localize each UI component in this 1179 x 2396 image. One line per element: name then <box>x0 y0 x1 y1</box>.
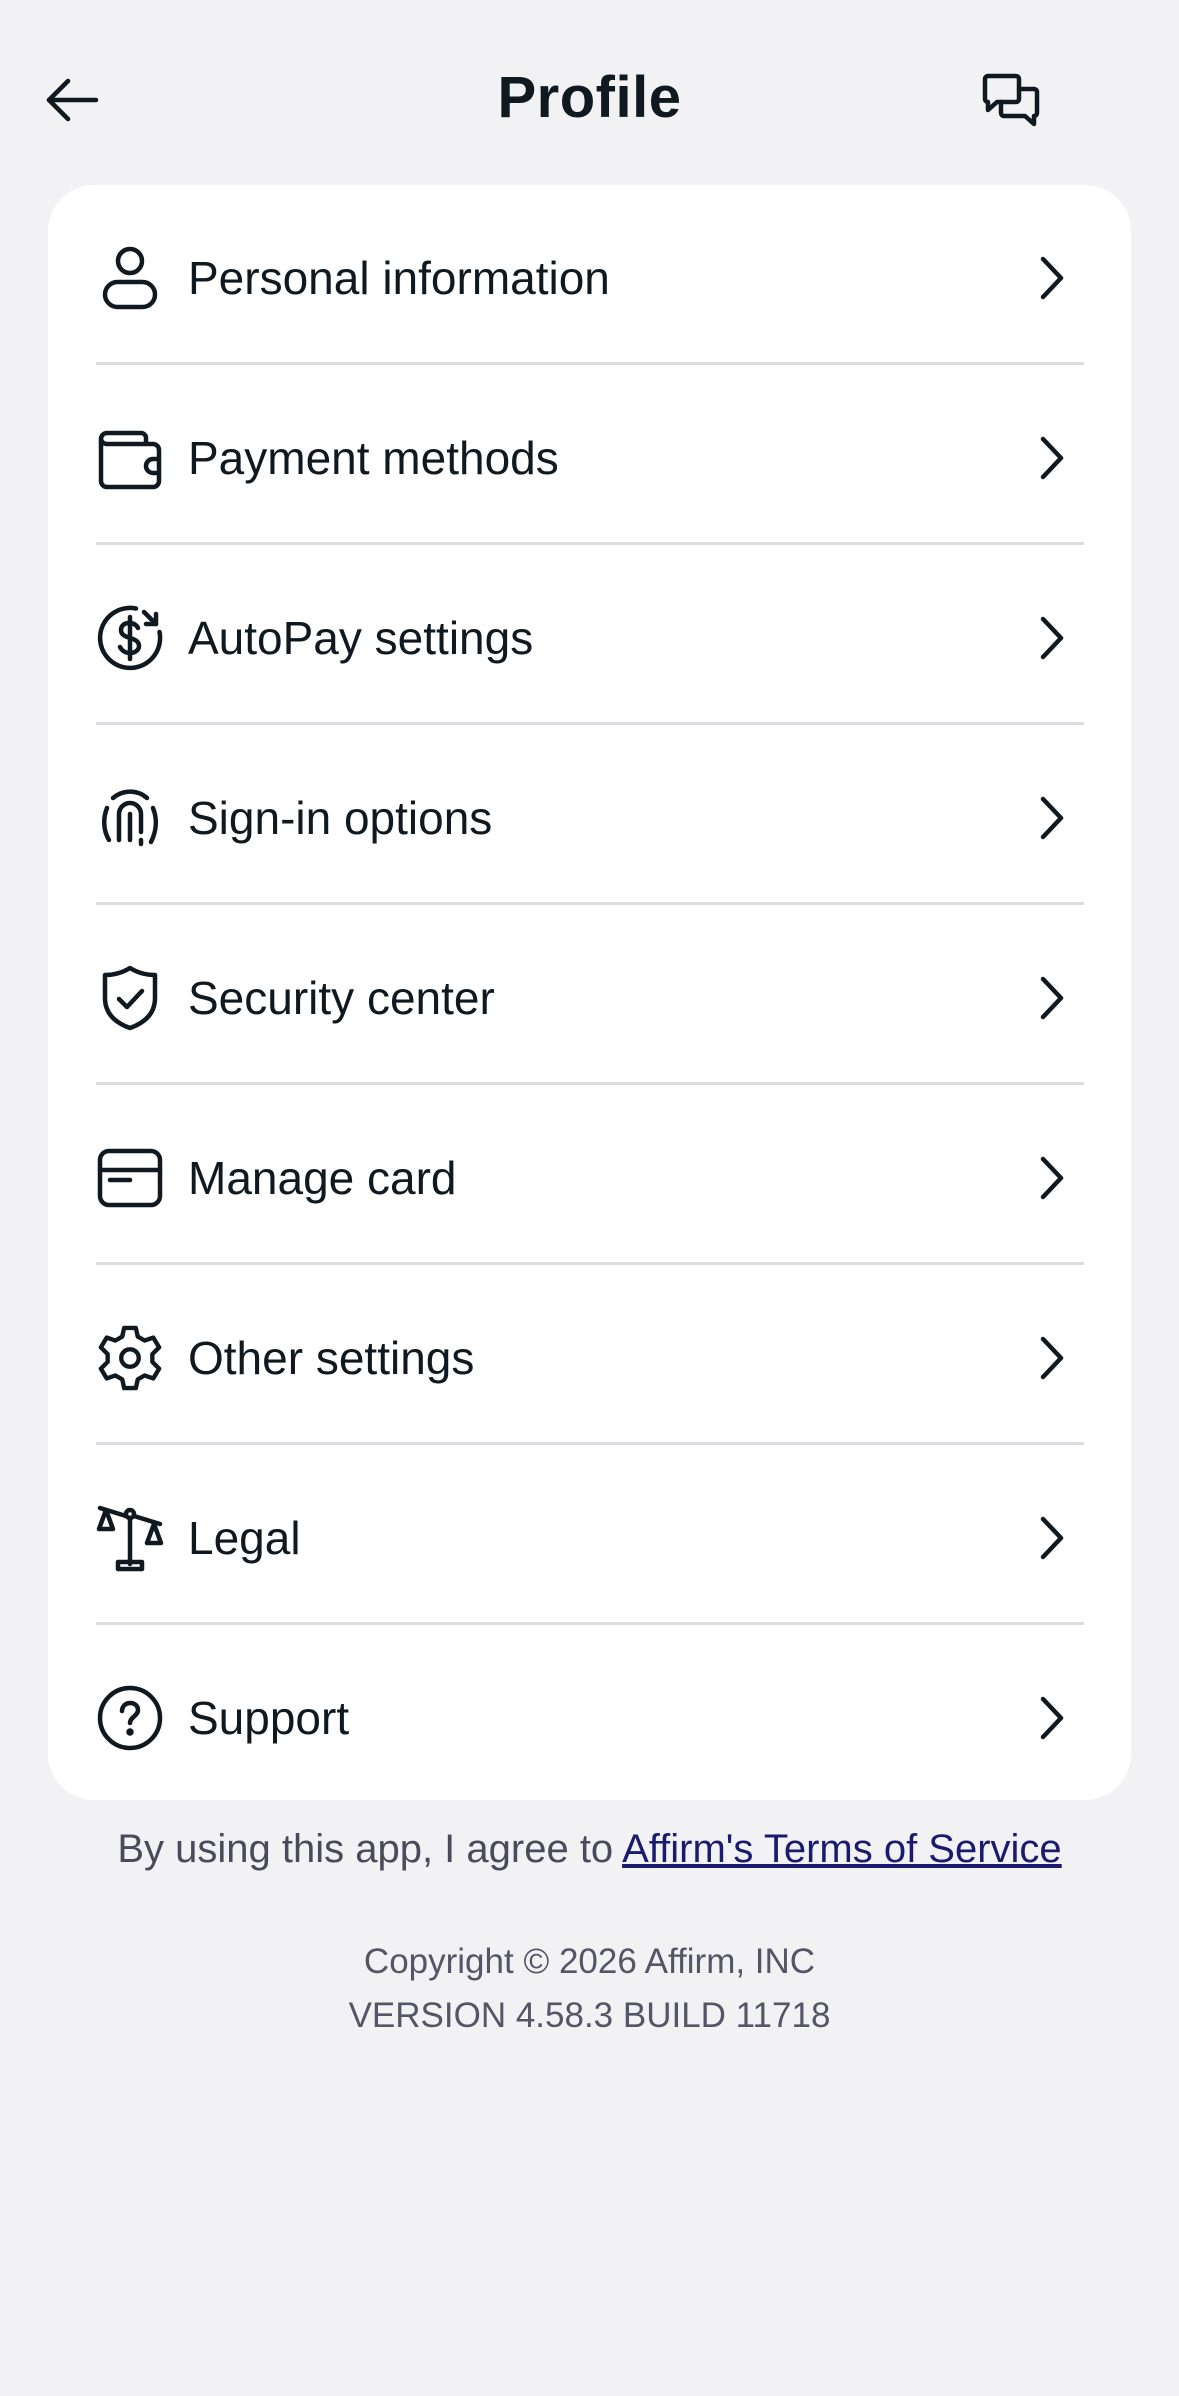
chevron-right-icon <box>1026 1692 1078 1744</box>
terms-notice: By using this app, I agree to Affirm's T… <box>0 1820 1179 1878</box>
chat-bubbles-icon <box>981 73 1041 129</box>
menu-item-legal[interactable]: Legal <box>96 1449 1084 1627</box>
terms-of-service-link[interactable]: Affirm's Terms of Service <box>622 1827 1062 1871</box>
version-text: VERSION 4.58.3 BUILD 11718 <box>348 1996 831 2035</box>
divider <box>96 362 1084 365</box>
divider <box>96 722 1084 725</box>
menu-item-label: Legal <box>188 1512 301 1564</box>
divider <box>96 902 1084 905</box>
chevron-right-icon <box>1026 1332 1078 1384</box>
menu-item-label: Other settings <box>188 1332 475 1384</box>
terms-prefix: By using this app, I agree to <box>117 1827 623 1871</box>
chevron-right-icon <box>1026 1152 1078 1204</box>
header: Profile <box>0 0 1179 185</box>
chevron-right-icon <box>1026 432 1078 484</box>
chevron-right-icon <box>1026 1512 1078 1564</box>
menu-item-label: Sign-in options <box>188 792 493 844</box>
chevron-right-icon <box>1026 972 1078 1024</box>
menu-item-label: Security center <box>188 972 495 1024</box>
chevron-right-icon <box>1026 792 1078 844</box>
divider <box>96 1442 1084 1445</box>
copyright-text: Copyright © 2026 Affirm, INC <box>363 1942 816 1981</box>
profile-menu-card: Personal information Payment methods Aut… <box>48 185 1131 1800</box>
chat-button[interactable] <box>966 58 1056 144</box>
menu-item-security-center[interactable]: Security center <box>96 909 1084 1087</box>
card-icon <box>96 1144 164 1212</box>
chevron-right-icon <box>1026 612 1078 664</box>
menu-item-payment-methods[interactable]: Payment methods <box>96 369 1084 547</box>
autopay-dollar-icon <box>96 604 164 672</box>
menu-item-support[interactable]: Support <box>96 1629 1084 1800</box>
menu-item-manage-card[interactable]: Manage card <box>96 1089 1084 1267</box>
menu-item-other-settings[interactable]: Other settings <box>96 1269 1084 1447</box>
divider <box>96 542 1084 545</box>
menu-item-sign-in-options[interactable]: Sign-in options <box>96 729 1084 907</box>
menu-item-autopay-settings[interactable]: AutoPay settings <box>96 549 1084 727</box>
wallet-icon <box>96 424 164 492</box>
menu-item-label: Payment methods <box>188 432 559 484</box>
chevron-right-icon <box>1026 252 1078 304</box>
menu-item-label: Support <box>188 1692 350 1744</box>
shield-check-icon <box>96 964 164 1032</box>
gear-icon <box>96 1324 164 1392</box>
scales-icon <box>96 1504 164 1572</box>
divider <box>96 1622 1084 1625</box>
person-icon <box>96 244 164 312</box>
footer: Copyright © 2026 Affirm, INC VERSION 4.5… <box>0 1935 1179 2043</box>
menu-item-label: Personal information <box>188 252 610 304</box>
divider <box>96 1262 1084 1265</box>
menu-item-label: Manage card <box>188 1152 457 1204</box>
divider <box>96 1082 1084 1085</box>
menu-item-label: AutoPay settings <box>188 612 534 664</box>
fingerprint-icon <box>96 784 164 852</box>
menu-item-personal-information[interactable]: Personal information <box>96 189 1084 367</box>
question-circle-icon <box>96 1684 164 1752</box>
